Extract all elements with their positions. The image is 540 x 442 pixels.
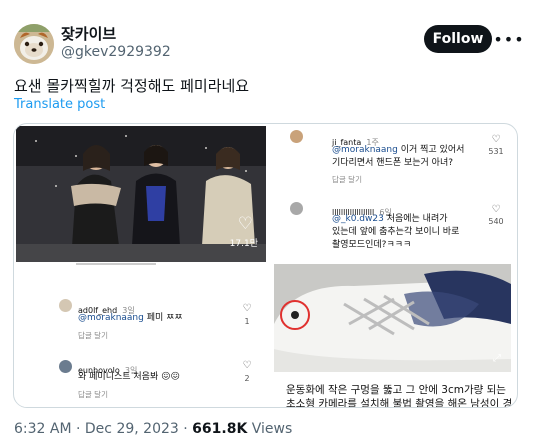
comment-like-heart-icon[interactable]: ♡ (240, 303, 254, 314)
comment-like-count: 531 (488, 147, 504, 156)
views-count: 661.8K (192, 421, 248, 437)
caption-line: 운동화에 작은 구멍을 뚫고 그 안에 3cm가량 되는 (286, 384, 506, 396)
comment-body-continued: 기다리면서 핸드폰 보는거 아녀? (332, 158, 454, 168)
avatar[interactable] (14, 24, 54, 64)
comment-body: 페미 ㅉㅉ (143, 313, 183, 323)
commenter-avatar[interactable] (290, 202, 303, 215)
comment-like-heart-icon[interactable]: ♡ (488, 204, 504, 215)
follow-button[interactable]: Follow (424, 25, 492, 53)
video-like-heart-icon[interactable]: ♡ (238, 214, 253, 234)
comment-like-count: 2 (244, 374, 250, 383)
comment-body: 이거 찍고 있어서 (397, 145, 465, 155)
meta-separator: · (183, 421, 188, 437)
comment-mention[interactable]: @moraknaang (332, 145, 398, 155)
comment-body-continued: 촬영모드인데?ㅋㅋㅋ (332, 240, 412, 250)
comment-body-continued: 있는데 앞에 춤추는각 보이니 바로 (332, 227, 460, 237)
display-name[interactable]: 잦카이브 (61, 23, 116, 44)
news-caption: 운동화에 작은 구멍을 뚫고 그 안에 3cm가량 되는 초소형 카메라를 설치… (286, 383, 516, 408)
translate-post-link[interactable]: Translate post (14, 97, 105, 112)
post-date[interactable]: Dec 29, 2023 (85, 421, 179, 437)
comment-like-count: 1 (244, 317, 250, 326)
media-card[interactable]: ♡ 17.1만 ad0lf_ehd 3일 @moraknaang 페미 ㅉㅉ 답… (13, 123, 518, 408)
views-label: Views (251, 421, 293, 437)
commenter-avatar[interactable] (290, 130, 303, 143)
comment-body: 와 페미니스트 처음봐 😖😖 (78, 372, 180, 382)
reply-button[interactable]: 답글 달기 (78, 389, 108, 400)
more-options-icon[interactable]: ••• (493, 27, 523, 51)
reply-button[interactable]: 답글 달기 (78, 330, 108, 341)
tweet-meta: 6:32 AM · Dec 29, 2023 · 661.8K Views (14, 421, 292, 437)
commenter-avatar[interactable] (59, 360, 72, 373)
commenter-avatar[interactable] (59, 299, 72, 312)
comments-panel-left: ad0lf_ehd 3일 @moraknaang 페미 ㅉㅉ 답글 달기 ♡ 1… (16, 263, 266, 407)
tweet-text: 요샌 몰카찍힐까 걱정해도 페미라네요 (14, 77, 250, 95)
hidden-camera-highlight-circle (280, 300, 310, 330)
video-like-count: 17.1만 (229, 239, 258, 249)
comment-mention[interactable]: @_k0.dw23 (332, 214, 384, 224)
comment-like-heart-icon[interactable]: ♡ (488, 134, 504, 145)
comment-text: @_k0.dw23 처음에는 내려가 있는데 앞에 춤추는각 보이니 바로 촬영… (332, 213, 459, 252)
video-thumbnail[interactable]: ♡ 17.1만 (16, 126, 266, 262)
user-handle[interactable]: @gkev2929392 (61, 44, 171, 60)
caption-line: 초소형 카메라를 설치해 불법 촬영을 해온 남성이 경 (286, 398, 513, 408)
meta-separator: · (76, 421, 81, 437)
comment-text: @moraknaang 페미 ㅉㅉ (78, 312, 183, 325)
comment-body: 처음에는 내려가 (383, 214, 448, 224)
cut-off-text (76, 263, 156, 267)
shoe-photo[interactable]: ⤢ (274, 264, 511, 372)
comment-like-count: 540 (488, 217, 504, 226)
comment-text: @moraknaang 이거 찍고 있어서 기다리면서 핸드폰 보는거 아녀? (332, 144, 464, 170)
comment-mention[interactable]: @moraknaang (78, 313, 144, 323)
post-time[interactable]: 6:32 AM (14, 421, 72, 437)
comment-text: 와 페미니스트 처음봐 😖😖 (78, 371, 180, 384)
reply-button[interactable]: 답글 달기 (332, 174, 362, 185)
comments-panel-right: ji_fanta 1주 @moraknaang 이거 찍고 있어서 기다리면서 … (274, 126, 511, 262)
expand-icon[interactable]: ⤢ (493, 353, 501, 364)
comment-like-heart-icon[interactable]: ♡ (240, 360, 254, 371)
